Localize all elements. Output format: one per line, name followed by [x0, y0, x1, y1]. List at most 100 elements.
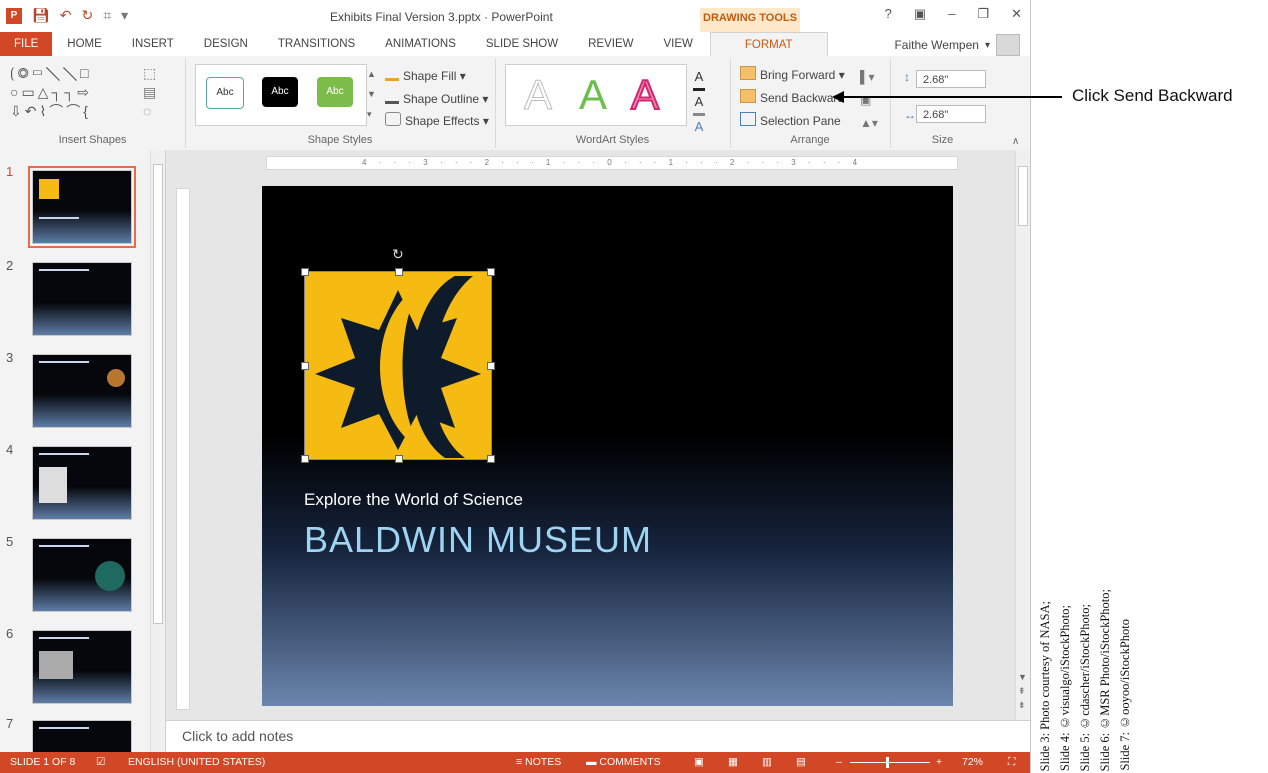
thumbnail-number: 2 [6, 258, 14, 273]
tab-design[interactable]: DESIGN [189, 32, 263, 56]
shapes-gallery[interactable]: ⟮◎▭╲╲□ ○▭△┐┐⇨ ⇩↶⌇⌒⌒{ [10, 64, 92, 121]
send-backward-button[interactable]: Send Backward [740, 89, 844, 105]
shape-styles-label: Shape Styles [307, 134, 373, 146]
fit-slide-icon[interactable]: ⛶ [1008, 756, 1015, 769]
prev-next-slide-icons[interactable]: ▼ ⇞ ⇟ [1018, 670, 1027, 712]
zoom-out-icon[interactable]: – [836, 756, 842, 768]
shape-effects-button[interactable]: Shape Effects ▾ [385, 112, 489, 128]
resize-handle[interactable] [487, 455, 495, 463]
notes-placeholder: Click to add notes [182, 728, 294, 744]
language-indicator[interactable]: ENGLISH (UNITED STATES) [128, 756, 265, 768]
wordart-style-pink[interactable]: A [630, 72, 660, 118]
slide-sorter-icon[interactable]: ▦ [728, 756, 738, 768]
redo-icon[interactable]: ↻ [82, 7, 94, 24]
slide-show-icon[interactable]: ▤ [796, 756, 806, 768]
thumbnail-title-line [39, 727, 89, 729]
effects-icon [385, 112, 401, 126]
thumbnail-title-line [39, 217, 79, 219]
text-format-buttons[interactable]: A A A [693, 66, 705, 138]
slide-subtitle[interactable]: Explore the World of Science [304, 490, 523, 510]
thumbnail-slide-7[interactable] [32, 720, 132, 752]
thumbnail-slide-6[interactable] [32, 630, 132, 704]
tab-format[interactable]: FORMAT [709, 31, 828, 57]
edit-shape-icons[interactable]: ⬚ ▤ ◌ [143, 64, 156, 121]
comments-button[interactable]: ▬ COMMENTS [586, 756, 661, 768]
style-swatch-green[interactable]: Abc [317, 77, 353, 107]
undo-icon[interactable]: ↶ [60, 7, 72, 24]
tab-slide-show[interactable]: SLIDE SHOW [471, 32, 573, 56]
resize-handle[interactable] [301, 455, 309, 463]
resize-handle[interactable] [487, 362, 495, 370]
customize-qat-icon[interactable]: ▾ [121, 7, 128, 24]
thumbnail-scrollbar-thumb[interactable] [153, 164, 163, 624]
spellcheck-icon[interactable]: ☑ [96, 756, 105, 768]
resize-handle[interactable] [301, 268, 309, 276]
slide-canvas[interactable]: ↻ Explore the World of Science BALDWIN M… [262, 186, 953, 706]
thumbnail-coral-image [95, 561, 125, 591]
museum-logo[interactable] [301, 268, 495, 463]
close-button[interactable]: ✕ [1011, 6, 1022, 22]
gallery-scroll-icons[interactable]: ▲ ▼ ▾ [367, 64, 376, 124]
tab-transitions[interactable]: TRANSITIONS [263, 32, 370, 56]
text-outline-icon[interactable]: A [693, 91, 705, 116]
reading-view-icon[interactable]: ▥ [762, 756, 772, 768]
powerpoint-logo-icon: P [6, 7, 22, 24]
zoom-level[interactable]: 72% [962, 756, 983, 768]
shape-styles-gallery: Abc Abc Abc [195, 64, 367, 126]
slide-scrollbar-thumb[interactable] [1018, 166, 1028, 226]
shape-width-field[interactable]: 2.68" [916, 105, 986, 123]
window-controls: ? ▣ – ❐ ✕ [885, 6, 1022, 22]
quick-access-toolbar: P 💾︎ ↶ ↻ ⌗ ▾ [6, 7, 128, 24]
thumbnail-slide-5[interactable] [32, 538, 132, 612]
tab-home[interactable]: HOME [52, 32, 117, 56]
status-bar: SLIDE 1 OF 8 ☑ ENGLISH (UNITED STATES) ≡… [0, 752, 1030, 773]
collapse-ribbon-icon[interactable]: ∧ [1012, 136, 1019, 147]
shape-fill-button[interactable]: Shape Fill ▾ [385, 66, 466, 83]
zoom-slider[interactable] [850, 762, 930, 763]
shape-height-field[interactable]: 2.68" [916, 70, 986, 88]
resize-handle[interactable] [487, 268, 495, 276]
slide-scrollbar[interactable]: ▼ ⇞ ⇟ [1015, 150, 1030, 720]
thumbnail-slide-3[interactable] [32, 354, 132, 428]
tab-animations[interactable]: ANIMATIONS [370, 32, 471, 56]
normal-view-icon[interactable]: ▣ [694, 756, 704, 768]
tab-view[interactable]: VIEW [648, 32, 707, 56]
thumbnail-scrollbar[interactable] [150, 150, 165, 752]
rotate-handle-icon[interactable]: ↻ [392, 246, 404, 263]
text-fill-icon[interactable]: A [693, 66, 705, 91]
align-group-rotate-icons[interactable]: ▌▾ ▣ ▲▾ [860, 66, 878, 135]
notes-pane[interactable]: Click to add notes [166, 720, 1030, 753]
slide-title[interactable]: BALDWIN MUSEUM [304, 519, 652, 561]
bring-forward-button[interactable]: Bring Forward ▾ [740, 66, 845, 82]
horizontal-ruler: 4 · · · 3 · · · 2 · · · 1 · · · 0 · · · … [266, 156, 958, 170]
style-swatch-black[interactable]: Abc [262, 77, 298, 107]
thumbnail-slide-2[interactable] [32, 262, 132, 336]
arrange-label: Arrange [790, 134, 830, 146]
slide-thumbnail-pane: 1 2 3 4 5 6 7 [0, 150, 166, 752]
tab-file[interactable]: FILE [0, 32, 53, 56]
tab-insert[interactable]: INSERT [117, 32, 189, 56]
tab-review[interactable]: REVIEW [573, 32, 648, 56]
resize-handle[interactable] [301, 362, 309, 370]
thumbnail-number: 7 [6, 716, 14, 731]
ribbon-display-options-button[interactable]: ▣ [914, 6, 926, 22]
thumbnail-slide-4[interactable] [32, 446, 132, 520]
selection-pane-button[interactable]: Selection Pane [740, 112, 841, 128]
style-swatch-outline[interactable]: Abc [206, 77, 244, 109]
zoom-in-icon[interactable]: + [936, 756, 942, 768]
save-icon[interactable]: 💾︎ [32, 7, 50, 24]
resize-handle[interactable] [395, 268, 403, 276]
minimize-button[interactable]: – [948, 6, 955, 22]
shape-outline-button[interactable]: Shape Outline ▾ [385, 89, 488, 106]
thumbnail-slide-1[interactable] [28, 166, 136, 248]
start-from-beginning-icon[interactable]: ⌗ [103, 7, 111, 24]
resize-handle[interactable] [395, 455, 403, 463]
user-account[interactable]: Faithe Wempen ▾ [894, 34, 1020, 56]
notes-button[interactable]: ≡ NOTES [516, 756, 561, 768]
restore-button[interactable]: ❐ [977, 6, 989, 22]
wordart-style-outline[interactable]: A [523, 72, 552, 117]
help-button[interactable]: ? [885, 6, 892, 22]
slide-editing-area: 4 · · · 3 · · · 2 · · · 1 · · · 0 · · · … [166, 150, 1030, 720]
wordart-style-green[interactable]: A [579, 73, 607, 117]
zoom-slider-thumb[interactable] [886, 757, 889, 768]
